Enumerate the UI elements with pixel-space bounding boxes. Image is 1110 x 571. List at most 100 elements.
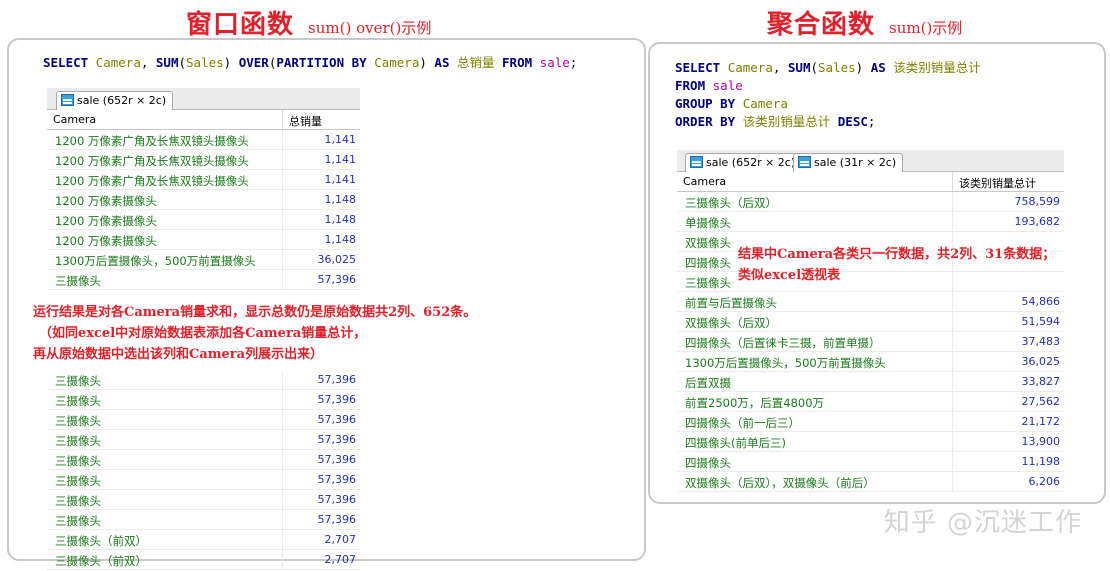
table-row[interactable]: 双摄像头（后双），双摄像头（前后） 6,206 <box>677 472 1064 492</box>
cell-camera[interactable]: 三摄像头（前双） <box>47 530 283 549</box>
cell-camera[interactable]: 前置与后置摄像头 <box>677 292 953 311</box>
cell-camera[interactable]: 1200 万像素广角及长焦双镜头摄像头 <box>47 150 283 169</box>
cell-camera[interactable]: 双摄像头（后双），双摄像头（前后） <box>677 472 953 491</box>
cell-value[interactable]: 57,396 <box>283 370 360 389</box>
cell-camera[interactable]: 三摄像头 <box>47 430 283 449</box>
table-row[interactable]: 三摄像头 57,396 <box>47 490 360 510</box>
cell-camera[interactable]: 1200 万像素摄像头 <box>47 210 283 229</box>
table-row[interactable]: 1200 万像素摄像头 1,148 <box>47 190 360 210</box>
table-row[interactable]: 1300万后置摄像头，500万前置摄像头 36,025 <box>47 250 360 270</box>
cell-value[interactable]: 6,206 <box>953 472 1064 491</box>
cell-value[interactable]: 57,396 <box>283 270 360 289</box>
left-col-header-camera[interactable]: Camera <box>47 110 283 129</box>
cell-value[interactable]: 11,198 <box>953 452 1064 471</box>
cell-value[interactable]: 2,707 <box>283 530 360 549</box>
cell-camera[interactable]: 后置双摄 <box>677 372 953 391</box>
cell-camera[interactable]: 三摄像头 <box>47 270 283 289</box>
table-row[interactable]: 四摄像头（后置徕卡三摄，前置单摄） 37,483 <box>677 332 1064 352</box>
cell-value[interactable]: 37,483 <box>953 332 1064 351</box>
table-row[interactable]: 三摄像头 57,396 <box>47 470 360 490</box>
table-row[interactable]: 1200 万像素广角及长焦双镜头摄像头 1,141 <box>47 130 360 150</box>
right-col-header-camera[interactable]: Camera <box>677 172 953 191</box>
cell-value[interactable]: 758,599 <box>953 192 1064 211</box>
cell-value[interactable]: 54,866 <box>953 292 1064 311</box>
cell-value[interactable]: 27,562 <box>953 392 1064 411</box>
table-row[interactable]: 1200 万像素摄像头 1,148 <box>47 230 360 250</box>
table-row[interactable]: 1200 万像素广角及长焦双镜头摄像头 1,141 <box>47 150 360 170</box>
table-row[interactable]: 三摄像头 57,396 <box>47 450 360 470</box>
cell-value[interactable]: 36,025 <box>953 352 1064 371</box>
cell-value[interactable]: 57,396 <box>283 450 360 469</box>
cell-camera[interactable]: 1200 万像素广角及长焦双镜头摄像头 <box>47 170 283 189</box>
left-sql-editor[interactable]: SELECT Camera, SUM(Sales) OVER(PARTITION… <box>43 54 577 72</box>
right-col-header-total[interactable]: 该类别销量总计 <box>953 172 1064 191</box>
cell-camera[interactable]: 前置2500万，后置4800万 <box>677 392 953 411</box>
table-row[interactable]: 三摄像头（前双） 2,707 <box>47 550 360 570</box>
cell-value[interactable]: 57,396 <box>283 430 360 449</box>
cell-value[interactable]: 57,396 <box>283 470 360 489</box>
table-row[interactable]: 三摄像头 57,396 <box>47 370 360 390</box>
cell-value[interactable]: 51,594 <box>953 312 1064 331</box>
cell-camera[interactable]: 三摄像头 <box>47 390 283 409</box>
cell-camera[interactable]: 三摄像头 <box>47 510 283 529</box>
cell-value[interactable]: 1,141 <box>283 170 360 189</box>
cell-camera[interactable]: 1200 万像素摄像头 <box>47 190 283 209</box>
cell-camera[interactable]: 四摄像头 <box>677 452 953 471</box>
table-row[interactable]: 双摄像头（后双） 51,594 <box>677 312 1064 332</box>
cell-value[interactable]: 57,396 <box>283 410 360 429</box>
table-row[interactable]: 三摄像头 57,396 <box>47 510 360 530</box>
table-row[interactable]: 四摄像头(前单后三) 13,900 <box>677 432 1064 452</box>
cell-camera[interactable]: 单摄像头 <box>677 212 953 231</box>
table-row[interactable]: 1300万后置摄像头，500万前置摄像头 36,025 <box>677 352 1064 372</box>
table-row[interactable]: 前置与后置摄像头 54,866 <box>677 292 1064 312</box>
table-row[interactable]: 三摄像头 57,396 <box>47 410 360 430</box>
cell-camera[interactable]: 三摄像头 <box>47 410 283 429</box>
cell-value[interactable]: 1,141 <box>283 150 360 169</box>
cell-value[interactable]: 1,141 <box>283 130 360 149</box>
table-row[interactable]: 单摄像头 193,682 <box>677 212 1064 232</box>
cell-camera[interactable]: 四摄像头（前一后三） <box>677 412 953 431</box>
cell-value[interactable]: 36,025 <box>283 250 360 269</box>
cell-camera[interactable]: 三摄像头（后双） <box>677 192 953 211</box>
cell-camera[interactable]: 1200 万像素摄像头 <box>47 230 283 249</box>
cell-camera[interactable]: 三摄像头 <box>47 470 283 489</box>
table-row[interactable]: 四摄像头（前一后三） 21,172 <box>677 412 1064 432</box>
cell-value[interactable]: 1,148 <box>283 210 360 229</box>
table-row[interactable]: 后置双摄 33,827 <box>677 372 1064 392</box>
cell-value[interactable]: 193,682 <box>953 212 1064 231</box>
table-row[interactable]: 1200 万像素广角及长焦双镜头摄像头 1,141 <box>47 170 360 190</box>
table-row[interactable]: 三摄像头 57,396 <box>47 270 360 290</box>
cell-value[interactable]: 21,172 <box>953 412 1064 431</box>
cell-camera[interactable]: 1300万后置摄像头，500万前置摄像头 <box>677 352 953 371</box>
table-row[interactable]: 三摄像头（后双） 758,599 <box>677 192 1064 212</box>
cell-camera[interactable]: 四摄像头（后置徕卡三摄，前置单摄） <box>677 332 953 351</box>
cell-camera[interactable]: 三摄像头 <box>47 490 283 509</box>
cell-value[interactable]: 13,900 <box>953 432 1064 451</box>
cell-value[interactable]: 33,827 <box>953 372 1064 391</box>
right-sql-editor[interactable]: SELECT Camera, SUM(Sales) AS 该类别销量总计 FROM… <box>675 59 981 131</box>
cell-camera[interactable]: 1300万后置摄像头，500万前置摄像头 <box>47 250 283 269</box>
cell-camera[interactable]: 双摄像头（后双） <box>677 312 953 331</box>
left-result-tab[interactable]: sale (652r × 2c) <box>56 91 174 110</box>
sql-keyword: GROUP BY <box>675 96 743 111</box>
cell-value[interactable]: 57,396 <box>283 510 360 529</box>
cell-camera[interactable]: 三摄像头（前双） <box>47 550 283 569</box>
cell-value[interactable]: 1,148 <box>283 230 360 249</box>
table-row[interactable]: 三摄像头 57,396 <box>47 390 360 410</box>
right-result-tab-1[interactable]: sale (652r × 2c) <box>685 153 803 172</box>
cell-camera[interactable]: 四摄像头(前单后三) <box>677 432 953 451</box>
table-row[interactable]: 前置2500万，后置4800万 27,562 <box>677 392 1064 412</box>
cell-camera[interactable]: 三摄像头 <box>47 370 283 389</box>
table-row[interactable]: 三摄像头 57,396 <box>47 430 360 450</box>
left-col-header-total[interactable]: 总销量 <box>283 110 360 129</box>
right-result-tab-2[interactable]: sale (31r × 2c) <box>793 153 904 172</box>
cell-camera[interactable]: 三摄像头 <box>47 450 283 469</box>
table-row[interactable]: 1200 万像素摄像头 1,148 <box>47 210 360 230</box>
cell-value[interactable]: 57,396 <box>283 490 360 509</box>
table-row[interactable]: 四摄像头 11,198 <box>677 452 1064 472</box>
cell-value[interactable]: 1,148 <box>283 190 360 209</box>
table-row[interactable]: 三摄像头（前双） 2,707 <box>47 530 360 550</box>
cell-value[interactable]: 57,396 <box>283 390 360 409</box>
cell-value[interactable]: 2,707 <box>283 550 360 569</box>
cell-camera[interactable]: 1200 万像素广角及长焦双镜头摄像头 <box>47 130 283 149</box>
